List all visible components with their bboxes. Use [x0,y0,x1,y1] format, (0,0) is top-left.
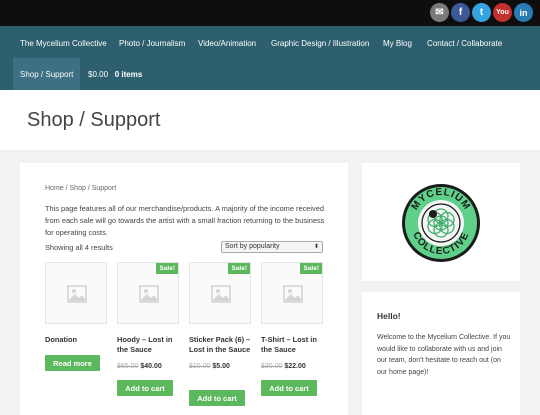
sale-badge: Sale! [300,263,322,274]
image-placeholder-icon [211,285,231,303]
nav-item-contact[interactable]: Contact / Collaborate [427,39,502,49]
twitter-icon[interactable]: t [472,3,491,22]
hello-text: Welcome to the Mycelium Collective. If y… [377,334,511,376]
select-arrows-icon: ⬍ [313,244,319,250]
add-to-cart-button[interactable]: Add to cart [261,380,317,396]
sort-select[interactable]: Sort by popularity ⬍ [221,241,323,253]
main-nav: The Mycelium Collective Photo / Journali… [0,26,540,90]
product-title[interactable]: Donation [45,335,107,345]
product-card: Sale! T-Shirt – Lost in the Sauce $30.00… [261,262,323,370]
page-title: Shop / Support [27,109,161,131]
cart-link[interactable]: $0.00 0 items [88,70,142,80]
page-header: Shop / Support [0,90,540,150]
nav-item-video-animation[interactable]: Video/Animation [198,39,256,49]
product-card: Sale! Sticker Pack (6) – Lost in the Sau… [189,262,251,370]
product-title[interactable]: Sticker Pack (6) – Lost in the Sauce [189,335,251,355]
sale-price: $5.00 [212,363,230,370]
add-to-cart-button[interactable]: Add to cart [189,390,245,406]
product-price: $10.00 $5.00 [189,363,251,370]
product-card: Sale! Hoody – Lost in the Sauce $65.00 $… [117,262,179,370]
sale-price: $22.00 [284,363,306,370]
old-price: $65.00 [117,363,139,370]
email-icon[interactable]: ✉ [430,3,449,22]
old-price: $10.00 [189,363,211,370]
product-image-placeholder[interactable] [45,262,107,324]
product-title[interactable]: T-Shirt – Lost in the Sauce [261,335,323,355]
product-card: Donation [45,262,107,345]
product-price: $30.00 $22.00 [261,363,323,370]
sidebar-logo-widget: MYCELIUM COLLECTIVE [362,163,520,281]
nav-item-shop-support[interactable]: Shop / Support [20,70,73,80]
youtube-icon[interactable]: You [493,3,512,22]
cart-count: 0 items [114,70,143,79]
add-to-cart-button[interactable]: Add to cart [117,380,173,396]
breadcrumb: Home / Shop / Support [45,185,117,192]
facebook-icon[interactable]: f [451,3,470,22]
product-image-placeholder[interactable]: Sale! [117,262,179,324]
top-bar: ✉ f t You in [0,0,540,26]
hello-heading: Hello! [377,311,401,321]
sale-price: $40.00 [140,363,162,370]
shop-intro-text: This page features all of our merchandis… [45,204,325,237]
image-placeholder-icon [67,285,87,303]
product-image-placeholder[interactable]: Sale! [189,262,251,324]
product-price: $65.00 $40.00 [117,363,179,370]
sale-badge: Sale! [228,263,250,274]
image-placeholder-icon [139,285,159,303]
image-placeholder-icon [283,285,303,303]
mycelium-collective-logo[interactable]: MYCELIUM COLLECTIVE [362,163,520,281]
results-count: Showing all 4 results [45,243,113,252]
cart-total: $0.00 [88,70,109,79]
linkedin-icon[interactable]: in [514,3,533,22]
nav-item-graphic-design[interactable]: Graphic Design / Illustration [271,39,369,49]
product-image-placeholder[interactable]: Sale! [261,262,323,324]
nav-item-mycelium-collective[interactable]: The Mycelium Collective [20,39,107,49]
sale-badge: Sale! [156,263,178,274]
sidebar-hello-widget: Hello! Welcome to the Mycelium Collectiv… [362,292,520,415]
nav-item-my-blog[interactable]: My Blog [383,39,412,49]
old-price: $30.00 [261,363,283,370]
shop-content: Home / Shop / Support This page features… [20,163,348,415]
nav-item-photo-journalism[interactable]: Photo / Journalism [119,39,185,49]
sort-select-value: Sort by popularity [225,243,280,250]
read-more-button[interactable]: Read more [45,355,100,371]
product-title[interactable]: Hoody – Lost in the Sauce [117,335,179,355]
